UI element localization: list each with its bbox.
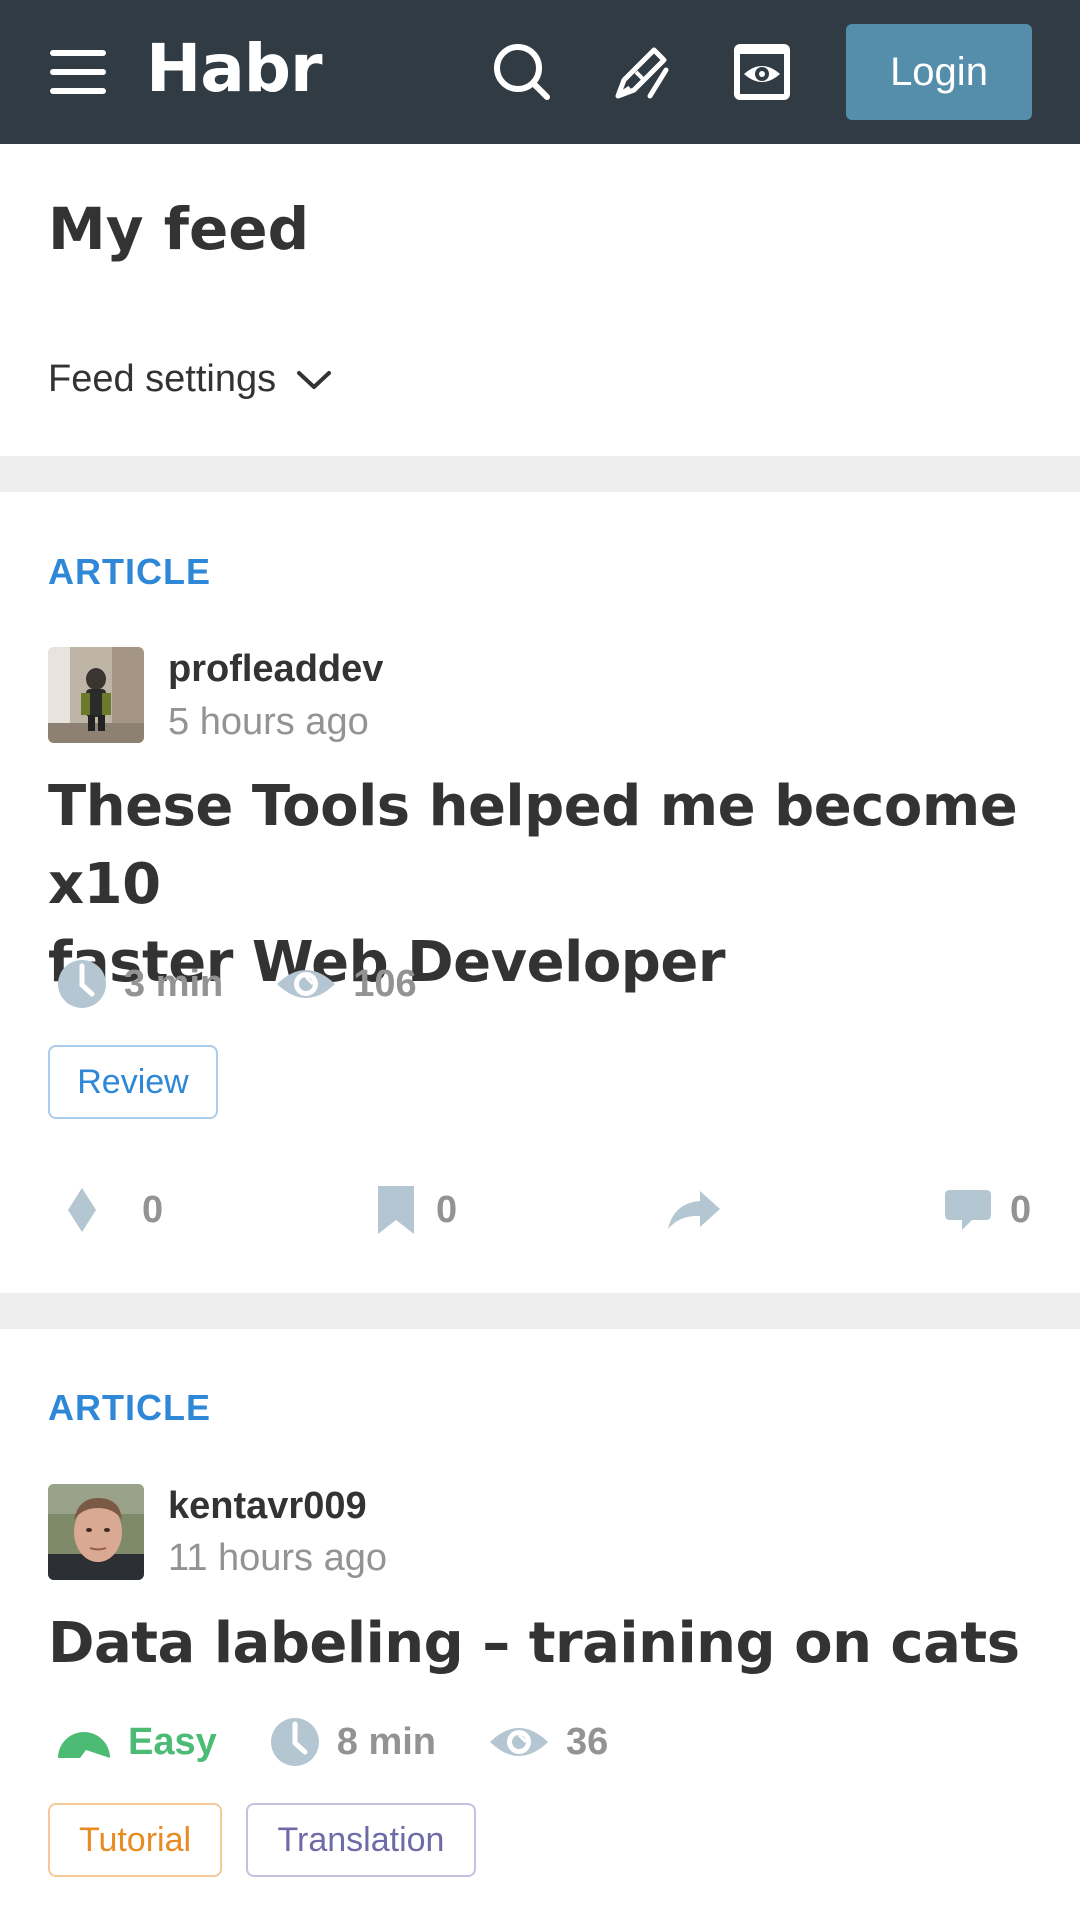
feed-settings-toggle[interactable]: Feed settings: [48, 358, 332, 401]
post-title-line: Data labeling – training on cats: [48, 1611, 1020, 1676]
post-meta: 3 min 106: [56, 958, 469, 1010]
views-value: 106: [353, 962, 417, 1005]
difficulty-easy-icon: [58, 1732, 110, 1758]
post-title[interactable]: Data labeling – training on cats: [48, 1605, 1038, 1683]
chevron-down-icon: [297, 370, 332, 389]
author-name[interactable]: kentavr009: [168, 1485, 367, 1528]
views-count: 36: [488, 1720, 608, 1764]
post-type-label: ARTICLE: [48, 551, 211, 592]
menu-icon[interactable]: [50, 50, 106, 94]
difficulty: Easy: [56, 1721, 217, 1764]
rating-icon: [68, 1188, 96, 1232]
write-icon[interactable]: [610, 40, 674, 104]
comments-button[interactable]: 0: [944, 1180, 1031, 1240]
bookmark-icon: [378, 1186, 414, 1234]
views-count: 106: [275, 962, 417, 1006]
tag-review[interactable]: Review: [48, 1045, 218, 1119]
habr-logo[interactable]: Habr: [146, 30, 323, 107]
top-navbar: Habr Login: [0, 0, 1080, 144]
avatar[interactable]: [48, 647, 144, 743]
bookmark-button[interactable]: 0: [378, 1180, 457, 1240]
reading-time-value: 3 min: [124, 962, 224, 1005]
vote-button[interactable]: 0: [66, 1180, 163, 1240]
eye-icon[interactable]: [730, 40, 794, 104]
feed-settings-label: Feed settings: [48, 358, 277, 400]
views-eye-icon: [277, 970, 336, 998]
post-type-label: ARTICLE: [48, 1387, 211, 1428]
votes-value: 0: [142, 1188, 164, 1231]
comment-icon: [945, 1190, 991, 1230]
login-button[interactable]: Login: [846, 24, 1032, 120]
tag-translation[interactable]: Translation: [246, 1803, 476, 1877]
tag-tutorial[interactable]: Tutorial: [48, 1803, 222, 1877]
author-name[interactable]: profleaddev: [168, 648, 383, 691]
comments-value: 0: [1010, 1188, 1032, 1231]
post-time: 5 hours ago: [168, 701, 369, 743]
page-title: My feed: [48, 195, 310, 263]
post-actions: 0 0 0: [48, 1180, 1032, 1240]
post-title-line: These Tools helped me become x10: [48, 774, 1018, 917]
reading-time-value: 8 min: [336, 1720, 436, 1763]
post-time: 11 hours ago: [168, 1537, 388, 1579]
section-divider: [0, 1293, 1080, 1329]
share-button[interactable]: [666, 1180, 744, 1240]
avatar[interactable]: [48, 1484, 144, 1580]
clock-icon: [270, 1718, 319, 1766]
share-icon: [668, 1191, 720, 1229]
post-meta: Easy 8 min 36: [56, 1716, 660, 1768]
section-divider: [0, 456, 1080, 492]
views-value: 36: [566, 1720, 609, 1763]
reading-time: 8 min: [269, 1716, 436, 1768]
reading-time: 3 min: [56, 958, 223, 1010]
clock-icon: [58, 960, 106, 1008]
bookmarks-value: 0: [436, 1188, 458, 1231]
views-eye-icon: [490, 1728, 548, 1756]
search-icon[interactable]: [490, 40, 554, 104]
difficulty-value: Easy: [128, 1720, 217, 1763]
